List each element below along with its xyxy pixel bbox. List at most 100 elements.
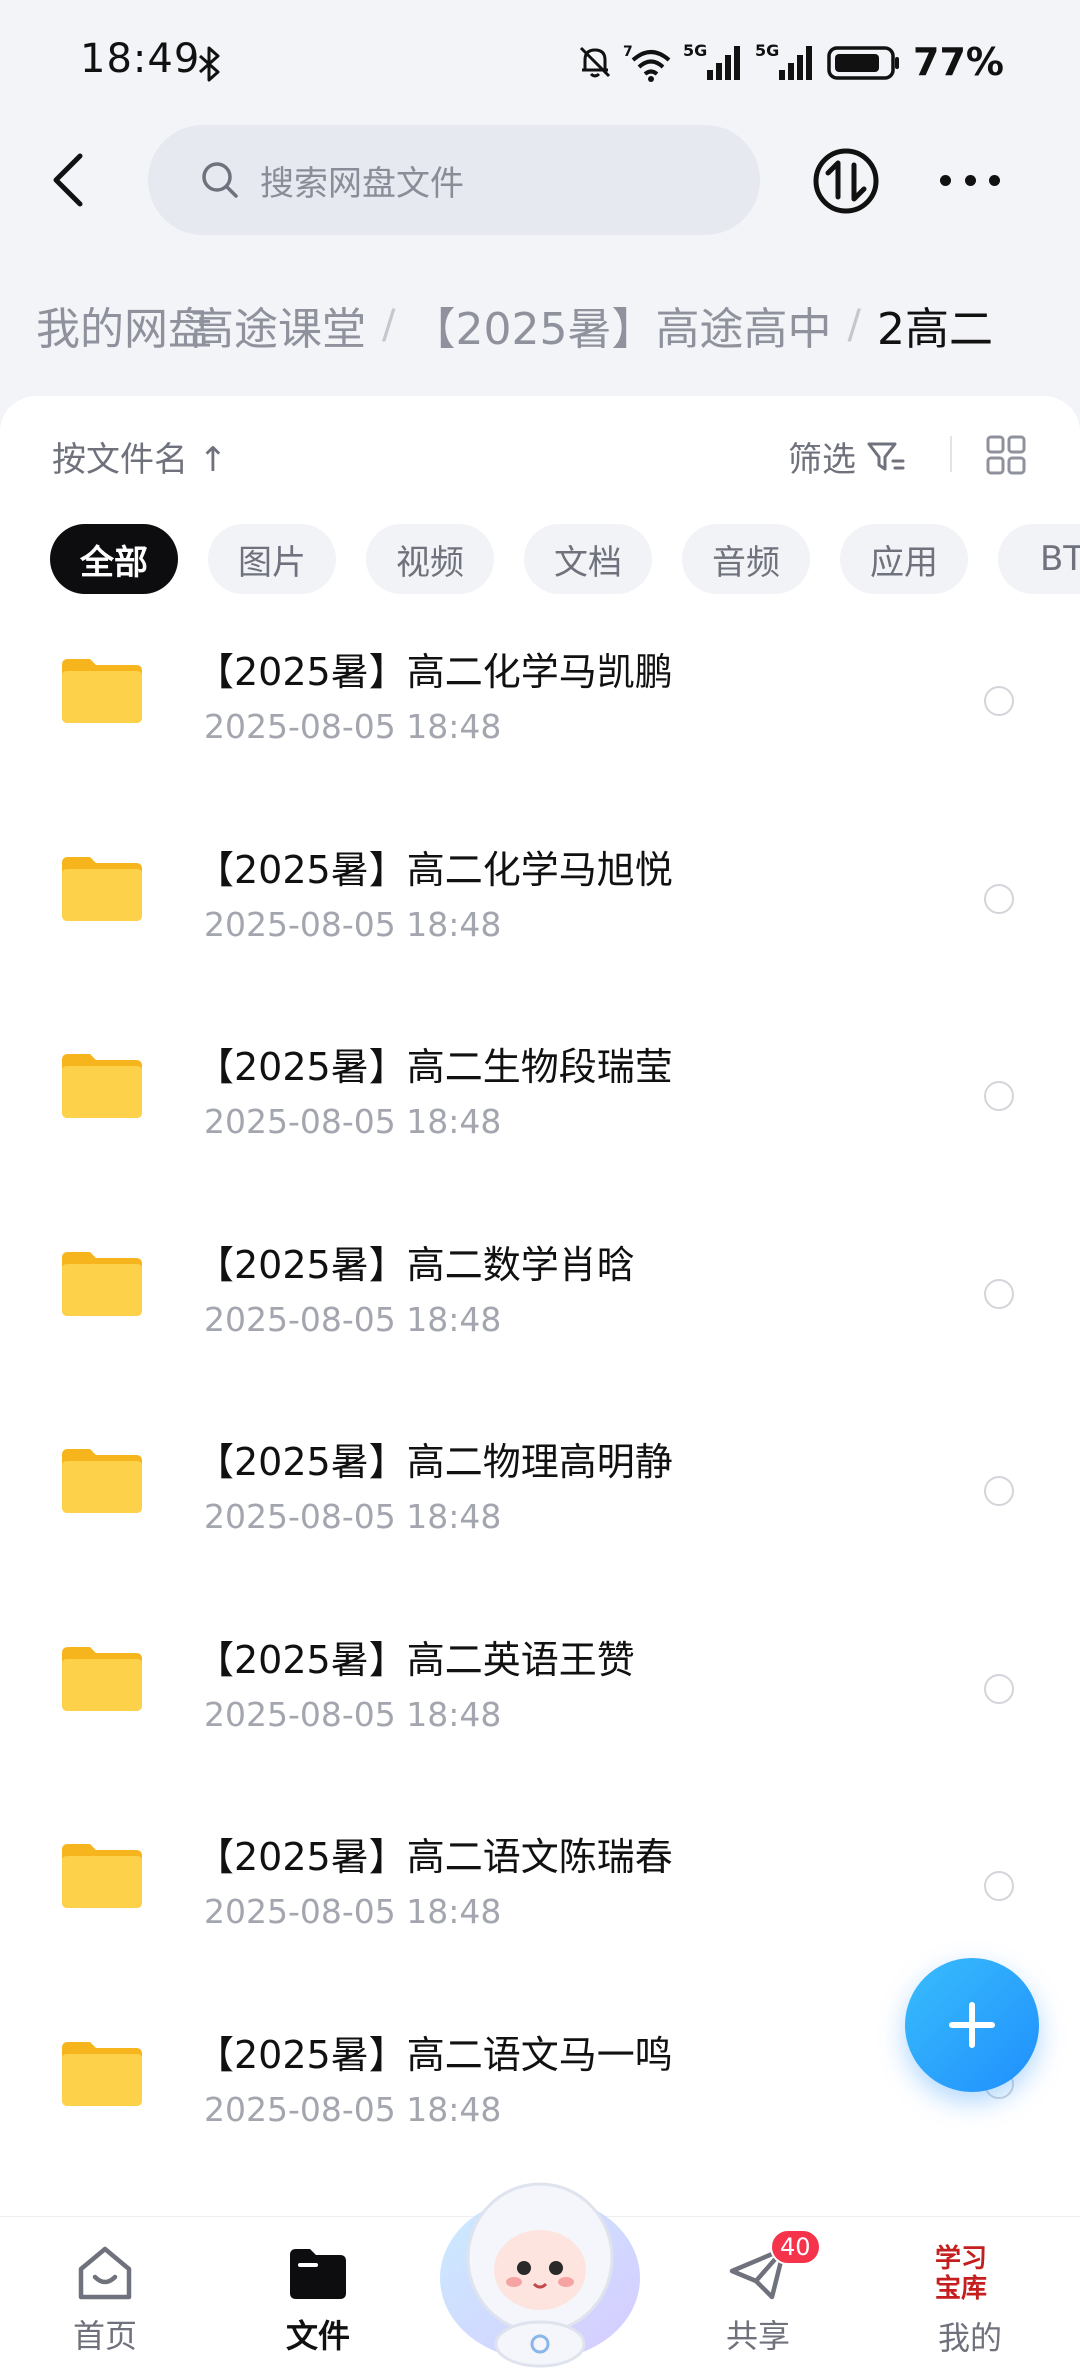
- breadcrumb-item-current[interactable]: 2高二: [877, 293, 993, 357]
- file-name: 【2025暑】高二语文马一鸣: [196, 2032, 673, 2077]
- select-checkbox[interactable]: [984, 883, 1014, 914]
- sort-bar: 按文件名 ↑ 筛选: [0, 396, 1080, 516]
- assistant-mascot-icon[interactable]: [430, 2158, 650, 2368]
- file-name: 【2025暑】高二化学马凯鹏: [196, 650, 673, 694]
- app-root: 18:49 7 5G 5G 77% 搜索网盘文件 我的网盘 高途课堂 / 【20…: [0, 0, 1080, 2372]
- back-button[interactable]: [40, 150, 96, 210]
- sort-by-name-button[interactable]: 按文件名 ↑: [52, 432, 227, 481]
- add-button[interactable]: [905, 1958, 1039, 2092]
- plus-icon: [949, 2002, 995, 2048]
- file-date: 2025-08-05 18:48: [204, 707, 502, 746]
- battery-percent: 77%: [913, 40, 1004, 84]
- search-bar[interactable]: 搜索网盘文件: [148, 125, 760, 235]
- folder-icon: [62, 1844, 142, 1908]
- back-arrow-icon: [53, 153, 83, 207]
- status-bar: 18:49 7 5G 5G 77%: [0, 0, 1080, 125]
- signal-icon-1: 5G: [683, 42, 741, 80]
- status-icons: 7 5G 5G 77%: [575, 40, 1004, 84]
- folder-icon: [62, 1449, 142, 1513]
- file-date: 2025-08-05 18:48: [204, 2089, 502, 2129]
- filter-label: 筛选: [788, 440, 856, 480]
- mine-logo: 学习宝库: [935, 2244, 988, 2304]
- nav-mine[interactable]: 学习宝库 我的: [900, 2239, 1040, 2359]
- file-date: 2025-08-05 18:48: [204, 1892, 502, 1931]
- breadcrumb-item-program[interactable]: 【2025暑】高途高中: [411, 293, 831, 357]
- file-row[interactable]: 【2025暑】高二化学马旭悦 2025-08-05 18:48: [0, 809, 1080, 1007]
- battery-icon: [827, 46, 900, 80]
- files-icon: [284, 2239, 352, 2307]
- nav-share[interactable]: 40 共享: [688, 2229, 828, 2357]
- status-time: 18:49: [80, 36, 201, 82]
- mute-bell-icon: [579, 46, 611, 78]
- grid-view-icon[interactable]: [985, 434, 1027, 476]
- file-date: 2025-08-05 18:48: [204, 1102, 502, 1141]
- nav-mine-label: 我的: [937, 2319, 1002, 2357]
- tab-audio[interactable]: 音频: [682, 524, 810, 594]
- select-checkbox[interactable]: [984, 686, 1014, 716]
- more-dot: [989, 174, 1000, 186]
- file-date: 2025-08-05 18:48: [204, 1694, 502, 1734]
- nav-home-label: 首页: [72, 2317, 137, 2355]
- file-panel: 按文件名 ↑ 筛选 全部 图片 视频 文档 音频 应用 BT 【2025暑】高二…: [0, 396, 1080, 2216]
- breadcrumb-separator: /: [847, 302, 861, 348]
- wifi-icon: 7: [623, 44, 671, 82]
- search-placeholder: 搜索网盘文件: [260, 163, 464, 204]
- file-date: 2025-08-05 18:48: [204, 1497, 502, 1536]
- file-row[interactable]: 【2025暑】高二物理高明静 2025-08-05 18:48: [0, 1401, 1080, 1599]
- breadcrumb-track: 我的网盘 高途课堂 / 【2025暑】高途高中 / 2高二: [36, 285, 993, 365]
- select-checkbox[interactable]: [984, 1476, 1014, 1506]
- search-icon: [202, 162, 238, 198]
- top-nav: 搜索网盘文件: [0, 125, 1080, 235]
- filter-button[interactable]: 筛选: [788, 432, 906, 481]
- folder-icon: [62, 1251, 142, 1316]
- signal-label-2: 5G: [755, 42, 779, 60]
- share-badge: 40: [770, 2229, 821, 2265]
- more-dot: [964, 174, 976, 186]
- nav-files-label: 文件: [285, 2317, 350, 2355]
- folder-icon: [62, 856, 142, 921]
- file-row[interactable]: 【2025暑】高二数学肖晗 2025-08-05 18:48: [0, 1204, 1080, 1402]
- file-date: 2025-08-05 18:48: [204, 1299, 502, 1339]
- select-checkbox[interactable]: [984, 1673, 1014, 1704]
- file-row[interactable]: 【2025暑】高二语文陈瑞春 2025-08-05 18:48: [0, 1796, 1080, 1994]
- file-row[interactable]: 【2025暑】高二生物段瑞莹 2025-08-05 18:48: [0, 1006, 1080, 1204]
- folder-icon: [62, 1646, 142, 1711]
- breadcrumb-item-course[interactable]: 高途课堂: [190, 293, 366, 357]
- file-name: 【2025暑】高二物理高明静: [196, 1440, 673, 1484]
- breadcrumb: 我的网盘 高途课堂 / 【2025暑】高途高中 / 2高二: [0, 285, 1080, 365]
- bluetooth-icon: [199, 46, 220, 82]
- tab-videos[interactable]: 视频: [366, 524, 494, 594]
- select-checkbox[interactable]: [984, 1871, 1014, 1901]
- signal-label-1: 5G: [683, 42, 707, 60]
- file-row[interactable]: 【2025暑】高二英语王赞 2025-08-05 18:48: [0, 1599, 1080, 1797]
- wifi-label: 7: [623, 44, 633, 60]
- tab-apps[interactable]: 应用: [840, 524, 968, 594]
- folder-icon: [62, 659, 142, 723]
- breadcrumb-item-root[interactable]: 我的网盘: [36, 293, 212, 357]
- file-name: 【2025暑】高二生物段瑞莹: [196, 1045, 673, 1089]
- tab-all[interactable]: 全部: [50, 524, 178, 594]
- select-checkbox[interactable]: [984, 1278, 1014, 1309]
- nav-share-label: 共享: [725, 2317, 790, 2355]
- category-tabs: 全部 图片 视频 文档 音频 应用 BT: [50, 524, 1080, 594]
- file-name: 【2025暑】高二语文陈瑞春: [196, 1835, 673, 1879]
- nav-home[interactable]: 首页: [35, 2239, 175, 2357]
- filter-icon: [867, 442, 905, 470]
- transfer-icon[interactable]: [812, 147, 880, 215]
- tab-images[interactable]: 图片: [208, 524, 336, 594]
- signal-icon-2: 5G: [755, 42, 813, 80]
- file-row[interactable]: 【2025暑】高二化学马凯鹏 2025-08-05 18:48: [0, 611, 1080, 809]
- folder-icon: [62, 2041, 142, 2106]
- home-icon: [71, 2239, 139, 2307]
- folder-icon: [62, 1054, 142, 1118]
- tab-bt[interactable]: BT: [998, 524, 1080, 594]
- file-date: 2025-08-05 18:48: [204, 904, 502, 944]
- select-checkbox[interactable]: [984, 1081, 1014, 1111]
- file-list: 【2025暑】高二化学马凯鹏 2025-08-05 18:48 【2025暑】高二化…: [0, 611, 1080, 2191]
- more-icon[interactable]: [940, 157, 1000, 203]
- nav-files[interactable]: 文件: [248, 2239, 388, 2357]
- tab-documents[interactable]: 文档: [524, 524, 652, 594]
- breadcrumb-separator: /: [382, 302, 396, 348]
- divider: [950, 436, 952, 472]
- file-name: 【2025暑】高二化学马旭悦: [196, 847, 673, 892]
